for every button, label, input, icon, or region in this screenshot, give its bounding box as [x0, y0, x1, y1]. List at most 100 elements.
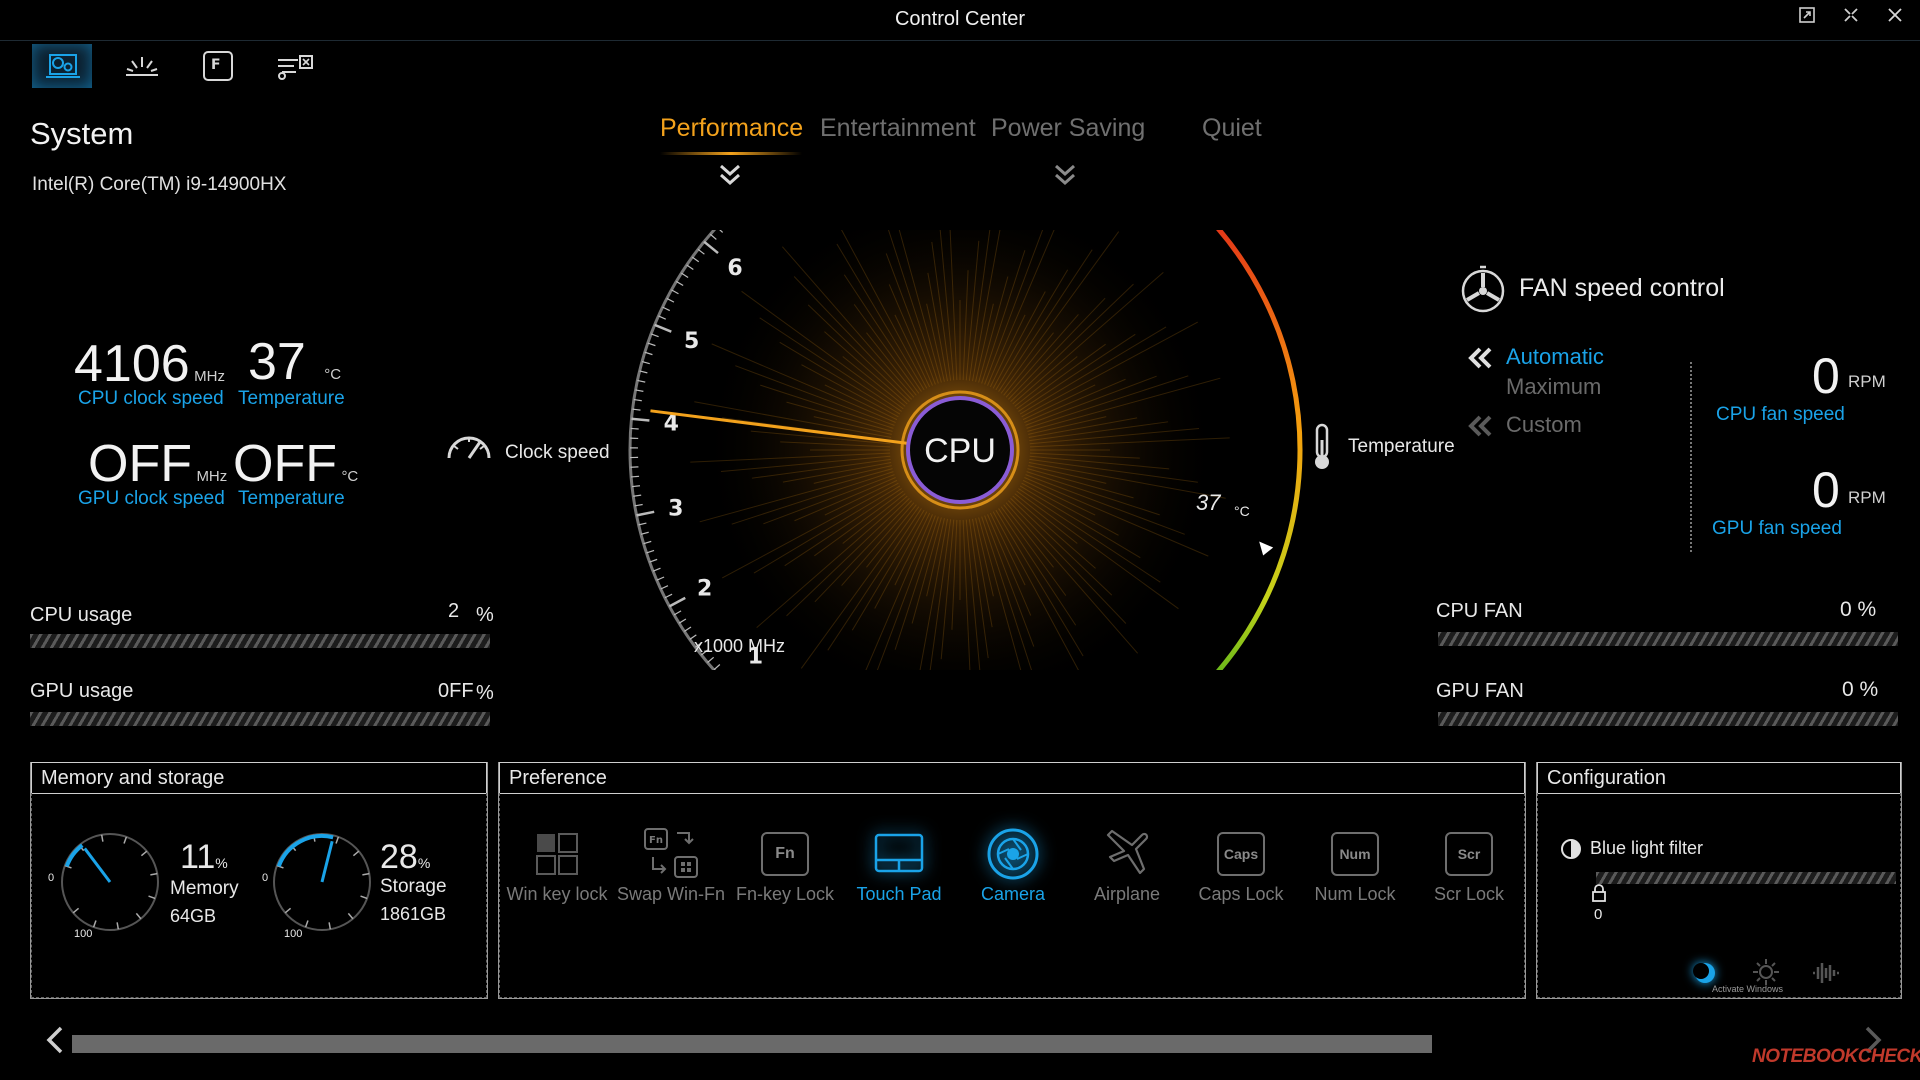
dial-tick: [352, 850, 360, 857]
clock-scale-tick: [675, 280, 684, 287]
mode-power-saving[interactable]: Power Saving: [991, 114, 1145, 143]
memory-dial-min: 0: [48, 872, 55, 884]
dial-tick: [335, 836, 340, 844]
clock-scale-tick: [644, 351, 653, 356]
pref-airplane[interactable]: Airplane: [1072, 829, 1182, 905]
temperature-marker: [1259, 541, 1274, 556]
clock-scale-tick: [707, 656, 715, 663]
activate-windows-watermark: Activate Windows: [1712, 984, 1784, 994]
tab-lighting[interactable]: [112, 44, 172, 88]
mode-performance[interactable]: Performance: [660, 114, 803, 143]
clock-scale-tick: [640, 531, 649, 535]
function-key-icon: F: [203, 51, 233, 81]
swap-keys-icon: Fn: [642, 828, 700, 878]
clock-scale-tick: [646, 549, 655, 554]
dial-tick: [116, 922, 120, 930]
clock-scale-tick: [671, 289, 679, 295]
clock-scale-tick: [656, 576, 665, 581]
clock-scale-tick: [660, 585, 669, 590]
cpu-clock-label: CPU clock speed: [78, 388, 224, 409]
clock-scale-tick: [678, 618, 687, 624]
mode-entertainment[interactable]: Entertainment: [820, 114, 976, 143]
storage-size: 1861GB: [380, 904, 447, 924]
restore-icon[interactable]: [1794, 5, 1820, 31]
pref-swap-win-fn[interactable]: Fn Swap Win-Fn: [616, 828, 726, 905]
fan-control-title: FAN speed control: [1519, 274, 1725, 302]
cpu-temp-value: 37: [248, 333, 306, 391]
lighting-icon: [126, 57, 158, 76]
clock-speed-label: Clock speed: [505, 442, 610, 463]
mode-underline: [660, 152, 802, 155]
pref-caps-lock[interactable]: Caps Caps Lock: [1186, 830, 1296, 905]
temperature-label: Temperature: [1348, 436, 1455, 457]
storage-dial-min: 0: [262, 872, 269, 884]
fan-option-maximum[interactable]: Maximum: [1506, 374, 1601, 400]
pref-label: Touch Pad: [856, 884, 942, 904]
memory-storage-header: Memory and storage: [31, 762, 487, 794]
pref-label: Win key lock: [506, 884, 608, 904]
slider-lock-icon[interactable]: [1592, 884, 1606, 907]
system-heading: System: [30, 116, 134, 151]
blue-light-value: 0: [1594, 906, 1603, 923]
notebookcheck-watermark: NOTEBOOKCHECK: [1752, 1046, 1920, 1067]
cpu-gauge: 01234567 CPU: [628, 230, 1303, 670]
gpu-clock-block: OFF MHz: [88, 438, 227, 490]
blue-light-slider[interactable]: [1596, 872, 1896, 884]
dial-tick: [328, 922, 332, 930]
clock-scale-tick: [654, 323, 672, 333]
tab-function-key[interactable]: F: [188, 44, 248, 88]
clock-scale-tick: [630, 427, 639, 430]
clock-scale-tick: [636, 510, 655, 517]
dial-tick: [284, 907, 292, 914]
windows-key-icon: [528, 830, 586, 878]
pref-fn-key-lock[interactable]: Fn Fn-key Lock: [730, 830, 840, 905]
clock-scale-tick: [638, 522, 647, 526]
dial-tick: [347, 912, 354, 920]
fan-option-custom[interactable]: Custom: [1506, 412, 1582, 438]
gpu-usage-value: 0FF: [438, 680, 474, 702]
audio-wave-icon[interactable]: [1810, 960, 1840, 991]
horizontal-scrollbar[interactable]: [72, 1035, 1432, 1053]
gpu-clock-unit: MHz: [196, 468, 228, 485]
tab-system[interactable]: [32, 44, 92, 88]
blue-light-icon: [1560, 838, 1582, 865]
scroll-left-icon[interactable]: [44, 1022, 66, 1064]
cpu-model: Intel(R) Core(TM) i9-14900HX: [32, 174, 287, 195]
pref-label: Fn-key Lock: [735, 884, 835, 904]
minimize-icon[interactable]: [1838, 5, 1864, 31]
pref-touch-pad[interactable]: Touch Pad: [844, 830, 954, 905]
tab-fan[interactable]: [264, 44, 324, 88]
clock-scale-tick: [650, 333, 659, 338]
gpu-usage-bar: [30, 712, 490, 726]
pref-num-lock[interactable]: Num Num Lock: [1300, 830, 1410, 905]
cpu-fan-label: CPU FAN: [1436, 600, 1523, 622]
pref-scr-lock[interactable]: Scr Scr Lock: [1414, 830, 1524, 905]
clock-scale-tick: [641, 360, 650, 365]
storage-dial-max: 100: [284, 928, 303, 940]
dial-tick: [360, 895, 368, 900]
fan-option-automatic[interactable]: Automatic: [1506, 344, 1604, 370]
mode-quiet[interactable]: Quiet: [1202, 114, 1262, 143]
storage-percent-block: 28%: [380, 838, 430, 877]
clock-scale-tick: [703, 240, 719, 255]
cpu-clock-unit: MHz: [194, 368, 225, 385]
close-icon[interactable]: [1882, 5, 1908, 31]
clock-scale-tick: [649, 558, 658, 563]
blue-light-label: Blue light filter: [1590, 838, 1704, 858]
clock-scale-tick: [697, 248, 705, 255]
pref-win-key-lock[interactable]: Win key lock: [502, 830, 612, 905]
gpu-fan-rpm: 0: [1812, 462, 1840, 518]
gpu-temp-unit: °C: [341, 468, 359, 485]
gpu-fan-percent: 0 %: [1842, 678, 1879, 701]
dial-tick: [123, 836, 128, 844]
pref-camera[interactable]: Camera: [958, 828, 1068, 905]
clock-scale-tick: [631, 475, 640, 478]
double-chevron-left-icon: [1466, 346, 1494, 375]
cpu-clock-block: 4106 MHz: [74, 338, 225, 390]
cpu-usage-bar: [30, 634, 490, 648]
memory-dial: [61, 833, 159, 931]
pref-label: Caps Lock: [1198, 884, 1284, 904]
svg-text:F: F: [211, 57, 221, 73]
system-icon: [46, 54, 80, 78]
cpu-center-label: CPU: [924, 432, 996, 470]
